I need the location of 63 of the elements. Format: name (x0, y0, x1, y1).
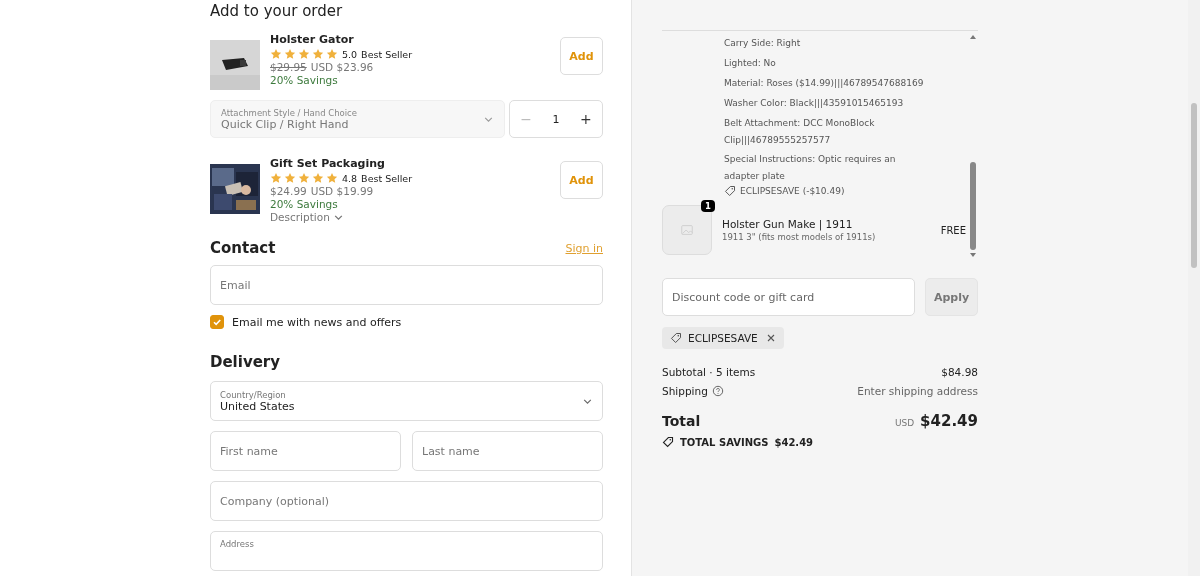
bestseller-label: Best Seller (361, 172, 413, 184)
address-field[interactable]: Address (210, 531, 603, 571)
quantity-stepper[interactable]: − 1 + (509, 100, 603, 138)
image-placeholder-icon (680, 223, 694, 237)
email-field[interactable]: Email (210, 265, 603, 305)
original-price: $29.95 (270, 61, 307, 73)
sign-in-link[interactable]: Sign in (565, 241, 603, 255)
item-property: Washer Color: Black|||43591015465193 (724, 97, 905, 110)
item-variant: 1911 3" (fits most models of 1911s) (722, 232, 877, 242)
sale-price: USD $19.99 (310, 185, 374, 197)
quantity-badge: 1 (701, 200, 715, 212)
total-label: Total (662, 413, 701, 429)
original-price: $24.99 (270, 185, 307, 197)
rating-value: 5.0 (342, 48, 358, 60)
total-savings-value: $42.49 (774, 436, 814, 448)
discount-code-text: ECLIPSESAVE (-$10.49) (740, 186, 845, 196)
page-scrollbar[interactable] (1188, 0, 1200, 576)
currency-code: USD (894, 418, 915, 428)
description-toggle[interactable]: Description (270, 211, 550, 223)
tag-icon (724, 185, 736, 197)
product-name: Holster Gator (270, 32, 355, 47)
section-heading: Delivery (210, 353, 282, 371)
section-heading: Contact (210, 239, 276, 257)
item-property: Carry Side: Right (724, 37, 802, 50)
country-select[interactable]: Country/Region United States (210, 381, 603, 421)
savings-text: 20% Savings (270, 198, 339, 210)
scroll-down-icon[interactable] (969, 252, 977, 258)
last-name-field[interactable]: Last name (412, 431, 603, 471)
product-name: Gift Set Packaging (270, 156, 386, 171)
checkbox[interactable] (210, 315, 224, 329)
scroll-up-icon[interactable] (969, 34, 977, 40)
increase-button[interactable]: + (580, 111, 592, 127)
item-name: Holster Gun Make | 1911 (722, 218, 854, 230)
total-value: $42.49 (920, 412, 978, 430)
subtotal-value: $84.98 (941, 366, 978, 378)
apply-button[interactable]: Apply (925, 278, 978, 316)
quantity-value: 1 (552, 112, 560, 126)
item-price: FREE (940, 224, 967, 236)
item-property: Material: Roses ($14.99)|||46789547688169 (724, 77, 925, 90)
sale-price: USD $23.96 (310, 61, 374, 73)
discount-field[interactable]: Discount code or gift card (662, 278, 915, 316)
discount-code: ECLIPSESAVE (688, 332, 758, 344)
add-button[interactable]: Add (560, 161, 603, 199)
company-field[interactable]: Company (optional) (210, 481, 603, 521)
tag-icon (670, 332, 682, 344)
savings-text: 20% Savings (270, 74, 339, 86)
subtotal-label: Subtotal · 5 items (662, 366, 756, 378)
close-icon[interactable] (765, 333, 776, 343)
section-heading: Add to your order (210, 1, 344, 22)
add-button[interactable]: Add (560, 37, 603, 75)
rating-value: 4.8 (342, 172, 358, 184)
item-property: Lighted: No (724, 57, 777, 70)
variant-select[interactable]: Attachment Style / Hand Choice Quick Clip / Right Hand (210, 100, 505, 138)
total-savings-label: TOTAL SAVINGS (680, 436, 769, 448)
bestseller-label: Best Seller (361, 48, 413, 60)
help-icon[interactable] (711, 385, 724, 397)
item-property: Special Instructions: Optic requires an adapter plate (724, 153, 897, 183)
shipping-label: Shipping (662, 385, 708, 397)
first-name-field[interactable]: First name (210, 431, 401, 471)
shipping-value: Enter shipping address (857, 385, 978, 397)
checkbox-label: Email me with news and offers (232, 315, 402, 329)
tag-icon (662, 436, 674, 448)
item-property: Belt Attachment: DCC MonoBlock Clip|||46789555257577 (724, 117, 876, 147)
